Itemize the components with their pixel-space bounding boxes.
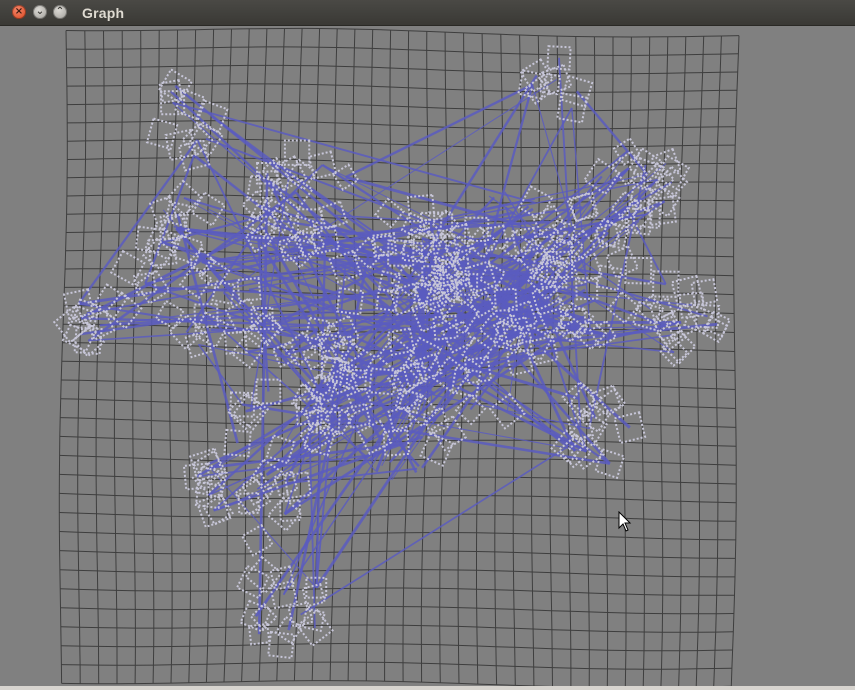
grid-line (59, 492, 737, 504)
grid-line (59, 531, 736, 541)
graph-node[interactable] (670, 274, 704, 309)
chevron-up-icon[interactable]: ⌃ (53, 5, 67, 19)
graph-node[interactable] (235, 564, 271, 600)
grid-line (66, 46, 739, 56)
window-title: Graph (82, 5, 125, 21)
grid-line (150, 30, 160, 684)
grid-line (60, 587, 735, 596)
graph-node[interactable] (240, 523, 274, 557)
grid-line (586, 36, 596, 686)
grid-line (66, 64, 738, 75)
grid-line (67, 120, 736, 130)
graph-edge (575, 90, 649, 176)
graph-edge (300, 445, 569, 616)
grid-line (678, 36, 687, 686)
grid-line (713, 35, 722, 686)
graph-window: × ⌄ ⌃ Graph (0, 0, 855, 690)
grid-line (113, 30, 123, 684)
grid-line (60, 605, 734, 615)
window-bottom-edge (0, 686, 855, 690)
grid-line (59, 512, 737, 522)
grid-line (65, 27, 740, 38)
grid-line (168, 29, 178, 684)
grid-line (59, 568, 735, 578)
grid-line (659, 36, 669, 686)
grid-line (641, 36, 651, 686)
graph-node[interactable] (109, 249, 146, 286)
grid-line (61, 661, 732, 670)
grid-line (622, 36, 632, 686)
grid-line (60, 624, 734, 633)
graph-node[interactable] (145, 117, 179, 151)
grid-line (61, 642, 733, 652)
title-bar[interactable]: × ⌄ ⌃ Graph (0, 0, 855, 26)
graph-canvas[interactable] (0, 26, 855, 686)
chevron-down-icon[interactable]: ⌄ (33, 5, 47, 19)
graph-node[interactable] (690, 278, 719, 307)
grid-line (132, 30, 142, 684)
grid-line (59, 473, 737, 485)
grid-line (695, 36, 705, 686)
graph-node[interactable] (701, 315, 729, 344)
grid-line (67, 101, 737, 112)
close-icon[interactable]: × (12, 5, 26, 19)
mouse-pointer-icon (618, 511, 632, 532)
grid-line (730, 35, 740, 686)
graph-edge (345, 83, 534, 179)
grid-line (77, 30, 87, 684)
grid-line (66, 83, 738, 93)
grid-line (58, 30, 68, 684)
grid-line (95, 30, 105, 684)
